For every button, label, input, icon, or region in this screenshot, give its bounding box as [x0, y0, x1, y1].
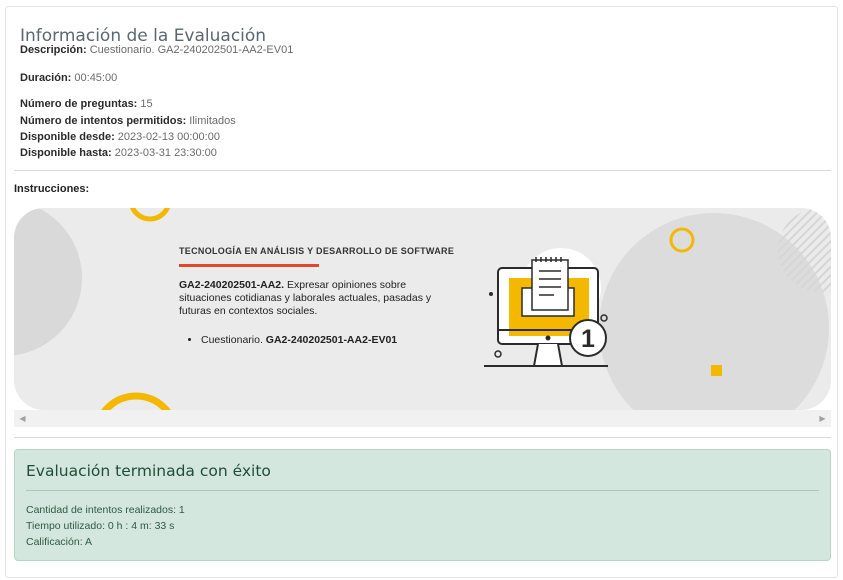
item-code: GA2-240202501-AA2-EV01 — [265, 334, 398, 346]
banner-heading: TECNOLOGÍA EN ANÁLISIS Y DESARROLLO DE S… — [179, 246, 455, 256]
scroll-right-icon[interactable]: ▶ — [814, 410, 831, 427]
instructions-label: Instrucciones: — [14, 183, 90, 195]
decor-circle-left — [14, 208, 82, 356]
grade: Calificación: A — [26, 536, 92, 548]
decor-ring-top — [130, 208, 170, 222]
item-prefix: Cuestionario. — [201, 334, 266, 346]
banner-list: Cuestionario. GA2-240202501-AA2-EV01 — [201, 334, 459, 346]
available-from-row: Disponible desde: 2023-02-13 00:00:00 — [20, 131, 220, 143]
badge-number: 1 — [581, 325, 595, 353]
success-title: Evaluación terminada con éxito — [26, 462, 271, 480]
attempts-made: Cantidad de intentos realizados: 1 — [26, 504, 185, 516]
success-divider — [26, 490, 819, 491]
questions-label: Número de preguntas: — [20, 98, 138, 110]
attempts-allowed-row: Número de intentos permitidos: Ilimitado… — [20, 115, 236, 127]
questions-value: 15 — [137, 98, 153, 110]
heading-underline — [179, 264, 319, 267]
page-title: Información de la Evaluación — [20, 26, 267, 46]
duration-label: Duración: — [20, 72, 72, 84]
attempts-allowed-value: Ilimitados — [186, 115, 236, 127]
list-item: Cuestionario. GA2-240202501-AA2-EV01 — [201, 334, 459, 346]
description-label: Descripción: — [20, 44, 87, 56]
available-from-label: Disponible desde: — [20, 131, 115, 143]
available-until-value: 2023-03-31 23:30:00 — [111, 147, 217, 159]
scroll-left-icon[interactable]: ◀ — [14, 410, 31, 427]
instructions-banner: 1 TECNOLOGÍA EN ANÁLISIS Y DESARROLLO DE… — [14, 208, 831, 410]
horizontal-scrollbar[interactable]: ◀ ▶ — [14, 410, 831, 427]
banner-description: GA2-240202501-AA2. Expresar opiniones so… — [179, 279, 459, 318]
activity-code: GA2-240202501-AA2. — [179, 279, 285, 291]
decor-square — [711, 365, 722, 376]
duration-row: Duración: 00:45:00 — [20, 72, 117, 84]
banner-text: TECNOLOGÍA EN ANÁLISIS Y DESARROLLO DE S… — [179, 246, 459, 346]
decor-ring-bottom — [101, 392, 171, 410]
description-value: Cuestionario. GA2-240202501-AA2-EV01 — [86, 44, 294, 56]
questions-row: Número de preguntas: 15 — [20, 98, 153, 110]
duration-value: 00:45:00 — [71, 72, 118, 84]
section-divider — [14, 170, 831, 171]
available-until-label: Disponible hasta: — [20, 147, 112, 159]
time-used: Tiempo utilizado: 0 h : 4 m: 33 s — [26, 520, 175, 532]
available-from-value: 2023-02-13 00:00:00 — [114, 131, 220, 143]
section-divider-2 — [14, 437, 831, 438]
description-row: Descripción: Cuestionario. GA2-240202501… — [20, 44, 293, 56]
attempts-allowed-label: Número de intentos permitidos: — [20, 115, 187, 127]
available-until-row: Disponible hasta: 2023-03-31 23:30:00 — [20, 147, 217, 159]
success-alert: Evaluación terminada con éxito Cantidad … — [14, 449, 831, 561]
